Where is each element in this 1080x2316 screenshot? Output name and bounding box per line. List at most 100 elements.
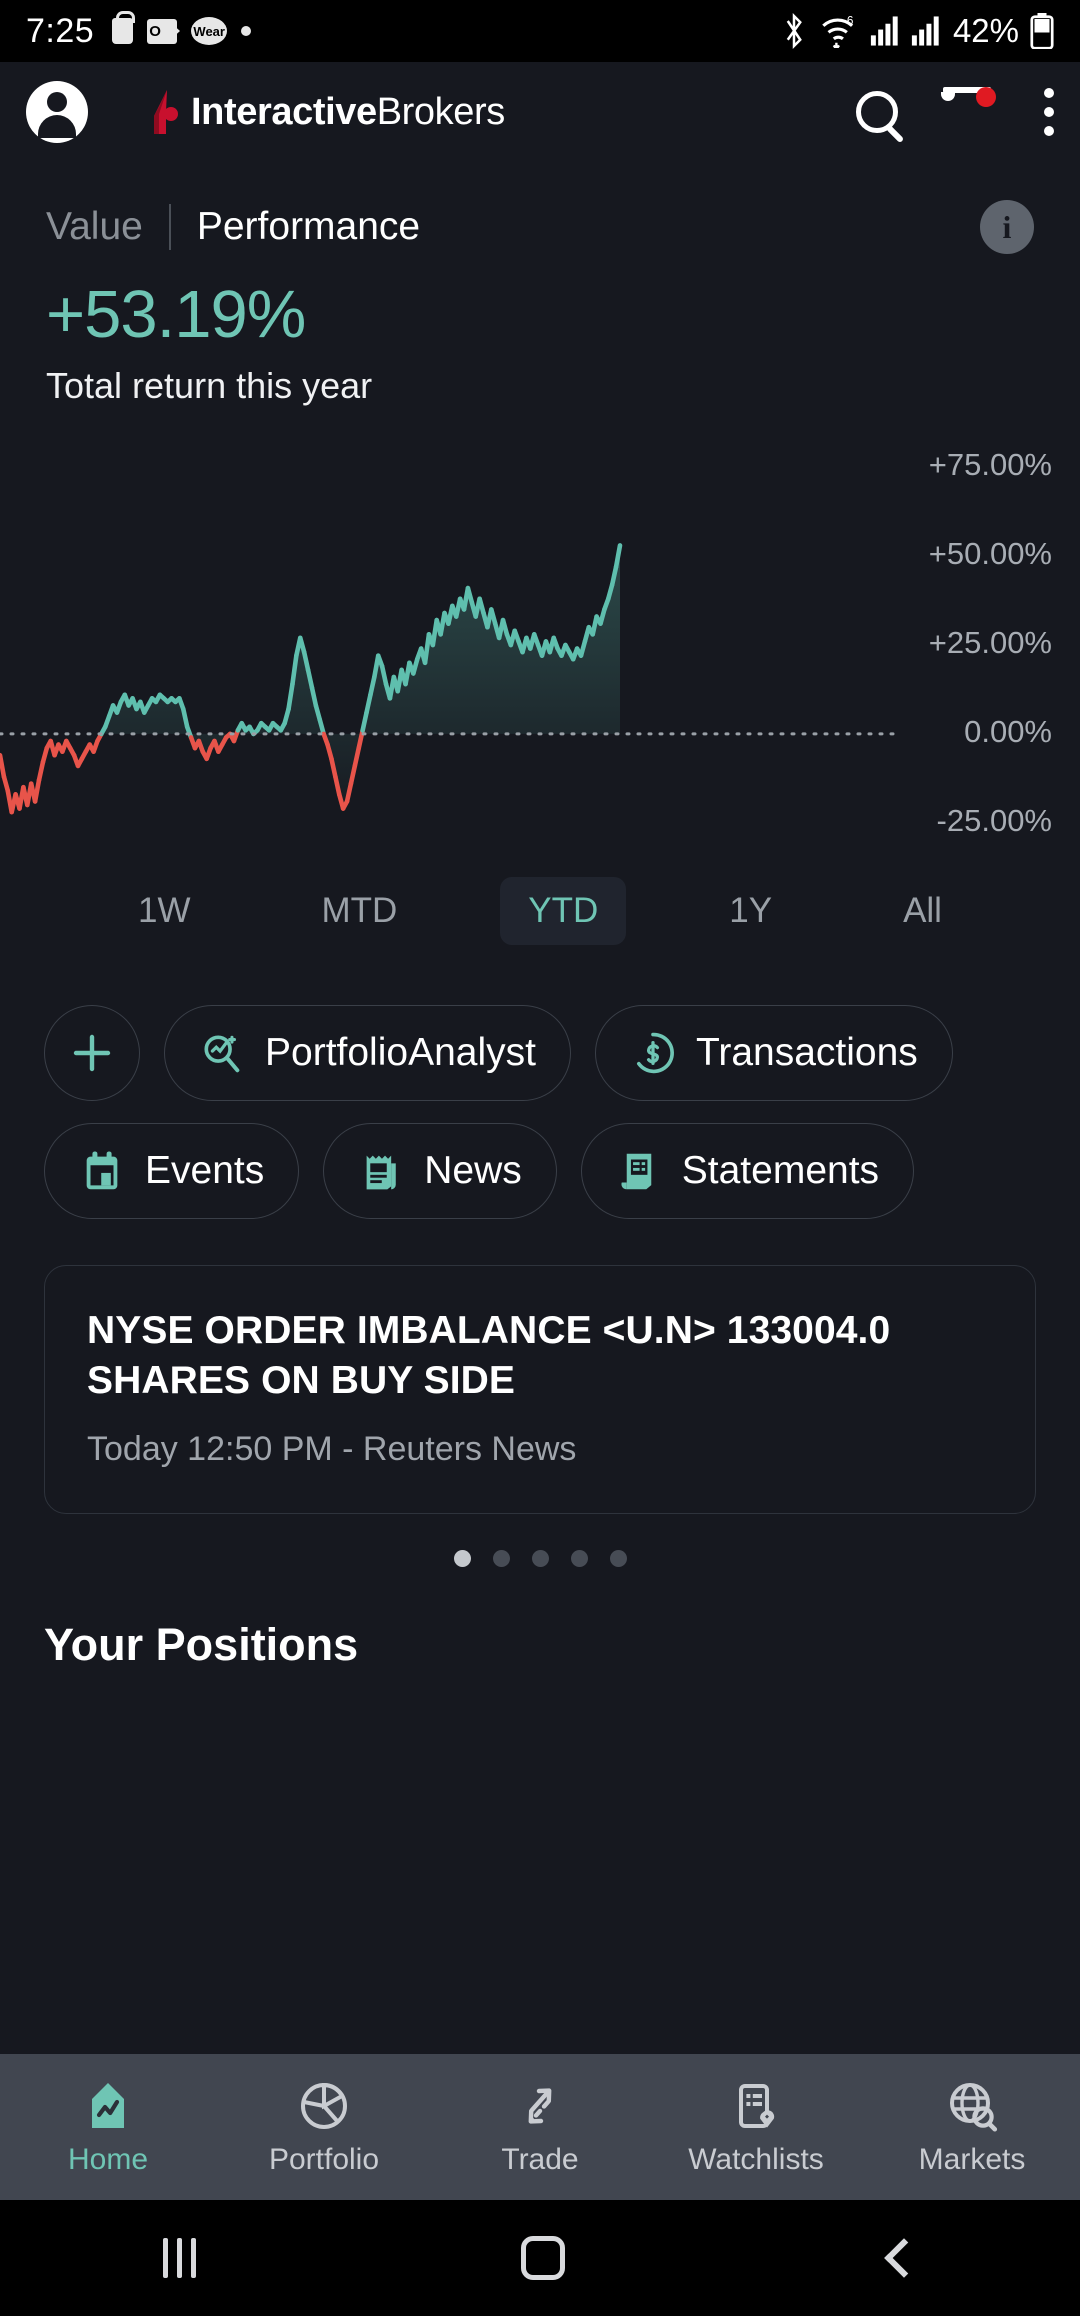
trade-arrows-icon	[528, 2087, 552, 2124]
chart-ytick: +25.00%	[928, 625, 1052, 660]
globe-search-icon	[950, 2082, 998, 2131]
outlook-icon	[147, 18, 181, 44]
chart-line-segment	[32, 777, 42, 804]
search-icon[interactable]	[856, 91, 898, 133]
range-tab-1w[interactable]: 1W	[110, 877, 219, 945]
quick-actions-row-2: Events News Statements	[44, 1123, 1036, 1219]
pager-dot[interactable]	[531, 1549, 549, 1567]
portfolio-analyst-icon	[204, 1035, 240, 1073]
positions-heading: Your Positions	[44, 1618, 359, 1670]
nav-item-home[interactable]: Home	[0, 2054, 216, 2200]
news-pager[interactable]	[0, 1549, 1080, 1567]
bag-icon	[112, 11, 136, 44]
performance-chart[interactable]: +75.00% +50.00% +25.00% 0.00% -25.00%	[0, 445, 1080, 845]
portfolio-analyst-label: PortfolioAnalyst	[265, 1031, 536, 1074]
home-icon[interactable]	[520, 2236, 565, 2280]
nav-item-trade[interactable]: Trade	[432, 2054, 648, 2200]
nav-item-portfolio[interactable]: Portfolio	[216, 2054, 432, 2200]
add-button[interactable]	[44, 1005, 140, 1101]
nav-label-home: Home	[67, 2142, 149, 2176]
range-tab-1y[interactable]: 1Y	[701, 877, 800, 945]
news-label: News	[424, 1149, 522, 1192]
nav-item-markets[interactable]: Markets	[864, 2054, 1080, 2200]
plus-icon	[73, 1034, 111, 1072]
home-chart-icon	[92, 2082, 124, 2128]
nav-label-watchlists: Watchlists	[688, 2142, 824, 2176]
chart-y-axis: +75.00% +50.00% +25.00% 0.00% -25.00%	[872, 445, 1052, 845]
svg-text:6: 6	[847, 14, 854, 27]
nav-label-markets: Markets	[918, 2142, 1026, 2176]
app-bar: InteractiveBrokers	[0, 62, 1080, 162]
newspaper-icon	[366, 1155, 396, 1190]
portfolio-analyst-button[interactable]: PortfolioAnalyst	[164, 1005, 571, 1101]
wear-icon: Wear	[191, 17, 228, 45]
performance-section: Value Performance i +53.19% Total return…	[0, 162, 1080, 407]
quick-actions: PortfolioAnalyst Transactions Events New…	[0, 1005, 1080, 1219]
chart-range-tabs: 1W MTD YTD 1Y All	[0, 877, 1080, 945]
range-tab-ytd[interactable]: YTD	[500, 877, 627, 945]
dot-icon	[241, 26, 252, 36]
news-button[interactable]: News	[323, 1123, 557, 1219]
ib-logo-icon	[147, 90, 179, 134]
events-label: Events	[145, 1149, 265, 1192]
pager-dot[interactable]	[570, 1549, 588, 1567]
total-return-value: +53.19%	[46, 277, 306, 352]
range-tab-all[interactable]: All	[875, 877, 970, 945]
watchlist-heart-icon	[739, 2083, 775, 2128]
events-button[interactable]: Events	[44, 1123, 300, 1219]
transactions-button[interactable]: Transactions	[594, 1005, 953, 1101]
chart-line-segment	[36, 760, 46, 783]
dollar-circle-icon	[636, 1032, 674, 1074]
chart-area-fill	[105, 545, 620, 809]
signal-icon-2	[911, 16, 939, 46]
quick-actions-row-1: PortfolioAnalyst Transactions	[44, 1005, 1036, 1101]
pager-dot[interactable]	[609, 1549, 627, 1567]
brand-logo: InteractiveBrokers	[147, 90, 505, 134]
brand-bold: Interactive	[191, 90, 377, 133]
transactions-label: Transactions	[695, 1031, 918, 1074]
pie-chart-icon	[301, 2082, 347, 2129]
account-avatar[interactable]	[26, 81, 88, 143]
chart-line-segment	[0, 752, 7, 779]
app-bar-actions	[856, 87, 1054, 137]
info-icon[interactable]: i	[980, 200, 1034, 254]
bell-icon[interactable]	[948, 87, 996, 137]
status-bar: 7:25 Wear 6 42%	[0, 0, 1080, 62]
back-icon[interactable]	[883, 2238, 924, 2278]
news-meta: Today 12:50 PM - Reuters News	[87, 1429, 577, 1468]
nav-item-watchlists[interactable]: Watchlists	[648, 2054, 864, 2200]
status-time: 7:25	[26, 11, 95, 50]
kebab-menu-icon[interactable]	[1044, 88, 1054, 136]
pager-dot[interactable]	[492, 1549, 510, 1567]
value-performance-tabs: Value Performance i	[46, 200, 1034, 254]
battery-icon	[1030, 13, 1054, 49]
news-headline: NYSE ORDER IMBALANCE <U.N> 133004.0 SHAR…	[87, 1309, 891, 1402]
chart-ytick: -25.00%	[936, 802, 1052, 838]
tab-performance[interactable]: Performance	[197, 205, 420, 249]
statements-label: Statements	[681, 1149, 880, 1192]
total-return-caption: Total return this year	[46, 365, 373, 406]
bottom-navigation: Home Portfolio Trade Watchlists Markets	[0, 2054, 1080, 2200]
status-right-icons: 6 42%	[779, 12, 1054, 50]
news-card[interactable]: NYSE ORDER IMBALANCE <U.N> 133004.0 SHAR…	[44, 1265, 1036, 1514]
chart-ytick: +50.00%	[928, 536, 1052, 572]
pager-dot[interactable]	[453, 1549, 471, 1567]
tab-value[interactable]: Value	[46, 205, 143, 249]
signal-icon-1	[870, 16, 898, 46]
brand-light: Brokers	[376, 90, 506, 133]
nav-label-portfolio: Portfolio	[268, 2142, 380, 2176]
tab-divider	[168, 204, 171, 250]
notification-badge	[976, 87, 996, 107]
statements-button[interactable]: Statements	[580, 1123, 915, 1219]
battery-percent: 42%	[952, 12, 1019, 49]
recents-icon[interactable]	[162, 2238, 196, 2278]
bluetooth-icon	[786, 12, 802, 50]
brand-name: InteractiveBrokers	[191, 91, 505, 134]
chart-ytick: +75.00%	[928, 447, 1052, 483]
range-tab-mtd[interactable]: MTD	[293, 877, 425, 945]
document-icon	[621, 1153, 652, 1190]
wifi-icon: 6	[822, 14, 854, 48]
nav-label-trade: Trade	[501, 2142, 579, 2176]
chart-ytick: 0.00%	[964, 713, 1052, 749]
system-navigation-bar	[0, 2200, 1080, 2316]
